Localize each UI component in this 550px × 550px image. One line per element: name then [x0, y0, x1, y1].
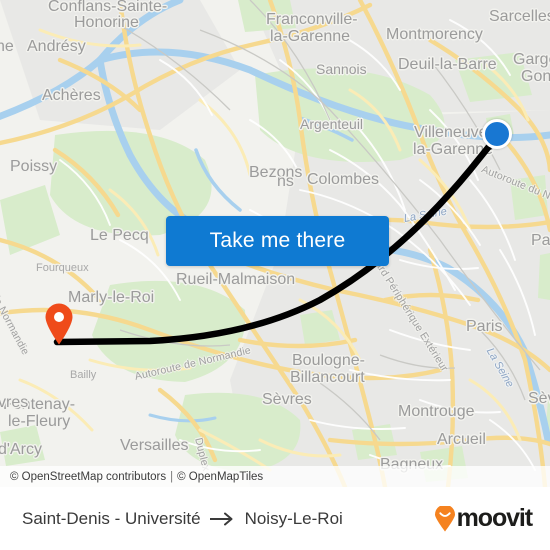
moovit-logo[interactable]: moovit: [434, 504, 533, 533]
attribution-osm[interactable]: © OpenStreetMap contributors: [10, 471, 166, 483]
moovit-trip-screenshot: Conflans-Sainte- Honorine Andrésy ne Ach…: [0, 0, 550, 550]
route-destination-label: Noisy-Le-Roi: [244, 508, 343, 528]
route-origin-label: Saint-Denis - Université: [22, 508, 201, 528]
attribution-separator: |: [170, 470, 174, 483]
origin-dot-marker[interactable]: [482, 119, 512, 149]
attribution-openmaptiles[interactable]: © OpenMapTiles: [177, 471, 263, 483]
moovit-pin-icon: [434, 505, 455, 531]
route-summary: Saint-Denis - Université Noisy-Le-Roi: [22, 509, 343, 529]
take-me-there-button[interactable]: Take me there: [166, 216, 389, 266]
map-attribution-bar: © OpenStreetMap contributors | © OpenMap…: [0, 466, 550, 487]
moovit-wordmark: moovit: [456, 504, 533, 532]
arrow-right-icon: [209, 512, 236, 526]
footer-bar: Saint-Denis - Université Noisy-Le-Roi mo…: [0, 487, 550, 550]
map-view[interactable]: Conflans-Sainte- Honorine Andrésy ne Ach…: [0, 0, 550, 487]
